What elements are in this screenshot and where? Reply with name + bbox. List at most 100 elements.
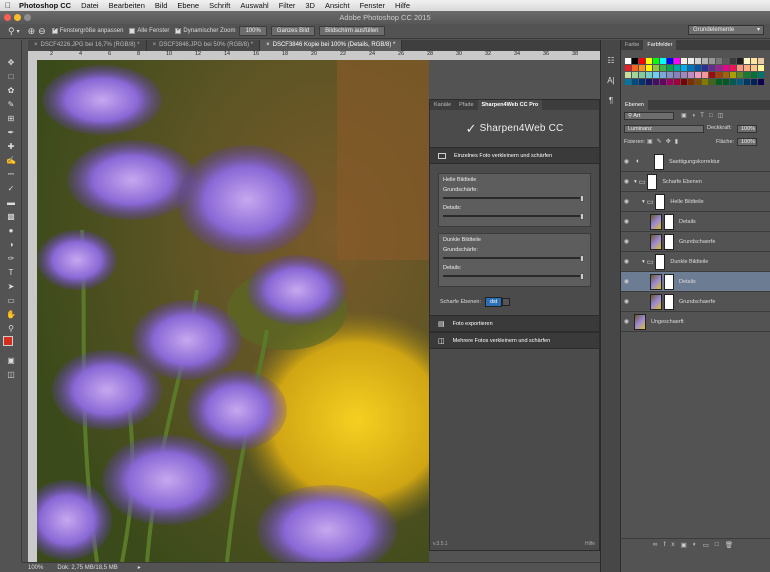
zoom-tool-icon[interactable]: ⚲ bbox=[8, 26, 15, 37]
lock-icons[interactable]: ▣✎✥▮ bbox=[647, 138, 682, 145]
color-swatch[interactable] bbox=[744, 72, 750, 78]
color-swatch[interactable] bbox=[751, 65, 757, 71]
color-swatch[interactable] bbox=[730, 72, 736, 78]
paragraph-icon[interactable]: ¶ bbox=[604, 94, 618, 106]
color-swatch[interactable] bbox=[709, 72, 715, 78]
light-details-slider[interactable] bbox=[443, 213, 586, 220]
color-swatch[interactable] bbox=[681, 58, 687, 64]
color-swatch[interactable] bbox=[723, 65, 729, 71]
color-swatch[interactable] bbox=[737, 79, 743, 85]
pen-tool-icon[interactable]: ✑ bbox=[4, 252, 18, 264]
menu-hilfe[interactable]: Hilfe bbox=[390, 1, 415, 10]
new-layer-icon[interactable]: □ bbox=[715, 541, 725, 548]
minimize-window-button[interactable] bbox=[14, 14, 21, 21]
color-swatch[interactable] bbox=[653, 79, 659, 85]
move-tool-icon[interactable]: ✥ bbox=[4, 56, 18, 68]
color-swatch[interactable] bbox=[625, 58, 631, 64]
workspace-dropdown[interactable]: Grundelemente ▾ bbox=[688, 25, 764, 35]
zoom-100-button[interactable]: 100% bbox=[239, 26, 267, 36]
eye-icon[interactable]: ◉ bbox=[621, 318, 632, 325]
color-swatch[interactable] bbox=[702, 72, 708, 78]
fit-windows-checkbox[interactable] bbox=[51, 26, 58, 34]
character-icon[interactable]: A| bbox=[604, 74, 618, 86]
layer-group-row[interactable]: ◉ ▾ ▭ Helle Bildteile bbox=[621, 192, 770, 212]
export-photo-section[interactable]: ▤ Foto exportieren bbox=[430, 315, 599, 332]
eye-icon[interactable]: ◉ bbox=[621, 238, 632, 245]
color-swatch[interactable] bbox=[653, 72, 659, 78]
layer-row[interactable]: ◉ Grundschaerfe bbox=[621, 232, 770, 252]
color-swatch[interactable] bbox=[744, 65, 750, 71]
tab-swatches[interactable]: Farbfelder bbox=[643, 40, 677, 50]
menu-auswahl[interactable]: Auswahl bbox=[235, 1, 273, 10]
zoom-in-icon[interactable]: ⊕ bbox=[28, 26, 36, 37]
color-swatch[interactable] bbox=[632, 58, 638, 64]
slider-handle[interactable] bbox=[580, 195, 584, 202]
color-swatch[interactable] bbox=[660, 58, 666, 64]
color-swatch[interactable] bbox=[632, 79, 638, 85]
scrubby-zoom-option[interactable]: Dynamischer Zoom bbox=[175, 26, 235, 34]
sharp-layers-select[interactable]: dst bbox=[484, 297, 503, 307]
eye-icon[interactable]: ◉ bbox=[621, 178, 632, 185]
tab-doc-1[interactable]: × DSCF4226.JPG bei 16,7% (RGB/8) * bbox=[28, 40, 147, 51]
menu-filter[interactable]: Filter bbox=[274, 1, 301, 10]
color-swatch[interactable] bbox=[625, 65, 631, 71]
menu-bearbeiten[interactable]: Bearbeiten bbox=[104, 1, 150, 10]
color-swatch[interactable] bbox=[667, 58, 673, 64]
slider-handle[interactable] bbox=[580, 213, 584, 220]
eye-icon[interactable]: ◉ bbox=[621, 298, 632, 305]
marquee-tool-icon[interactable]: □ bbox=[4, 70, 18, 82]
color-swatch[interactable] bbox=[723, 58, 729, 64]
color-swatch[interactable] bbox=[751, 79, 757, 85]
tool-preset-dropdown-icon[interactable]: ▾ bbox=[17, 28, 20, 35]
color-swatch[interactable] bbox=[730, 79, 736, 85]
color-swatch[interactable] bbox=[639, 58, 645, 64]
color-swatch[interactable] bbox=[730, 58, 736, 64]
color-swatch[interactable] bbox=[681, 72, 687, 78]
color-swatch[interactable] bbox=[646, 58, 652, 64]
color-swatch[interactable] bbox=[625, 79, 631, 85]
color-swatch[interactable] bbox=[737, 58, 743, 64]
eye-icon[interactable]: ◉ bbox=[621, 218, 632, 225]
color-swatch[interactable] bbox=[625, 72, 631, 78]
color-swatch[interactable] bbox=[737, 65, 743, 71]
color-swatch[interactable] bbox=[660, 72, 666, 78]
menu-datei[interactable]: Datei bbox=[76, 1, 104, 10]
color-swatch[interactable] bbox=[758, 72, 764, 78]
chevron-down-icon[interactable] bbox=[502, 298, 511, 306]
eye-icon[interactable]: ◉ bbox=[621, 158, 632, 165]
chevron-down-icon[interactable]: ▾ bbox=[642, 199, 645, 205]
layer-group-row[interactable]: ◉ ▾ ▭ Scharfe Ebenen bbox=[621, 172, 770, 192]
color-swatch[interactable] bbox=[688, 79, 694, 85]
fx-icon[interactable]: fx bbox=[664, 541, 681, 548]
color-swatch[interactable] bbox=[688, 72, 694, 78]
close-tab-icon[interactable]: × bbox=[266, 42, 270, 48]
adjustment-icon[interactable]: ◐ bbox=[693, 541, 703, 548]
color-swatch[interactable] bbox=[709, 65, 715, 71]
color-swatch[interactable] bbox=[688, 58, 694, 64]
light-sharpness-slider[interactable] bbox=[443, 195, 586, 202]
color-swatch[interactable] bbox=[716, 72, 722, 78]
color-swatch[interactable] bbox=[751, 72, 757, 78]
color-swatch[interactable] bbox=[667, 65, 673, 71]
color-swatch[interactable] bbox=[660, 65, 666, 71]
layer-group-row[interactable]: ◉ ▾ ▭ Dunkle Bildteile bbox=[621, 252, 770, 272]
layer-row[interactable]: ◉ Ungeschaerft bbox=[621, 312, 770, 332]
tab-doc-2[interactable]: × DSCF3846.JPG bei 50% (RGB/8) * bbox=[146, 40, 261, 51]
zoom-out-icon[interactable]: ⊖ bbox=[38, 26, 46, 37]
tab-doc-3[interactable]: × DSCF3846 Kopie bei 100% (Details, RGB/8… bbox=[260, 40, 403, 51]
color-swatch[interactable] bbox=[667, 72, 673, 78]
fill-screen-button[interactable]: Bildschirm ausfüllen bbox=[319, 26, 385, 36]
close-window-button[interactable] bbox=[4, 14, 11, 21]
color-swatch[interactable] bbox=[674, 58, 680, 64]
scrubby-zoom-checkbox[interactable] bbox=[175, 26, 181, 34]
brush-tool-icon[interactable]: ✍ bbox=[4, 154, 18, 166]
layer-filter-dropdown[interactable]: ⚲ Art bbox=[624, 112, 674, 120]
fit-screen-button[interactable]: Ganzes Bild bbox=[270, 26, 316, 36]
eraser-tool-icon[interactable]: ▬ bbox=[4, 196, 18, 208]
shape-tool-icon[interactable]: ▭ bbox=[4, 294, 18, 306]
type-tool-icon[interactable]: T bbox=[4, 266, 18, 278]
close-tab-icon[interactable]: × bbox=[34, 42, 38, 48]
color-swatch[interactable] bbox=[688, 65, 694, 71]
lasso-tool-icon[interactable]: ✿ bbox=[4, 84, 18, 96]
tab-color[interactable]: Farbe bbox=[621, 40, 643, 50]
